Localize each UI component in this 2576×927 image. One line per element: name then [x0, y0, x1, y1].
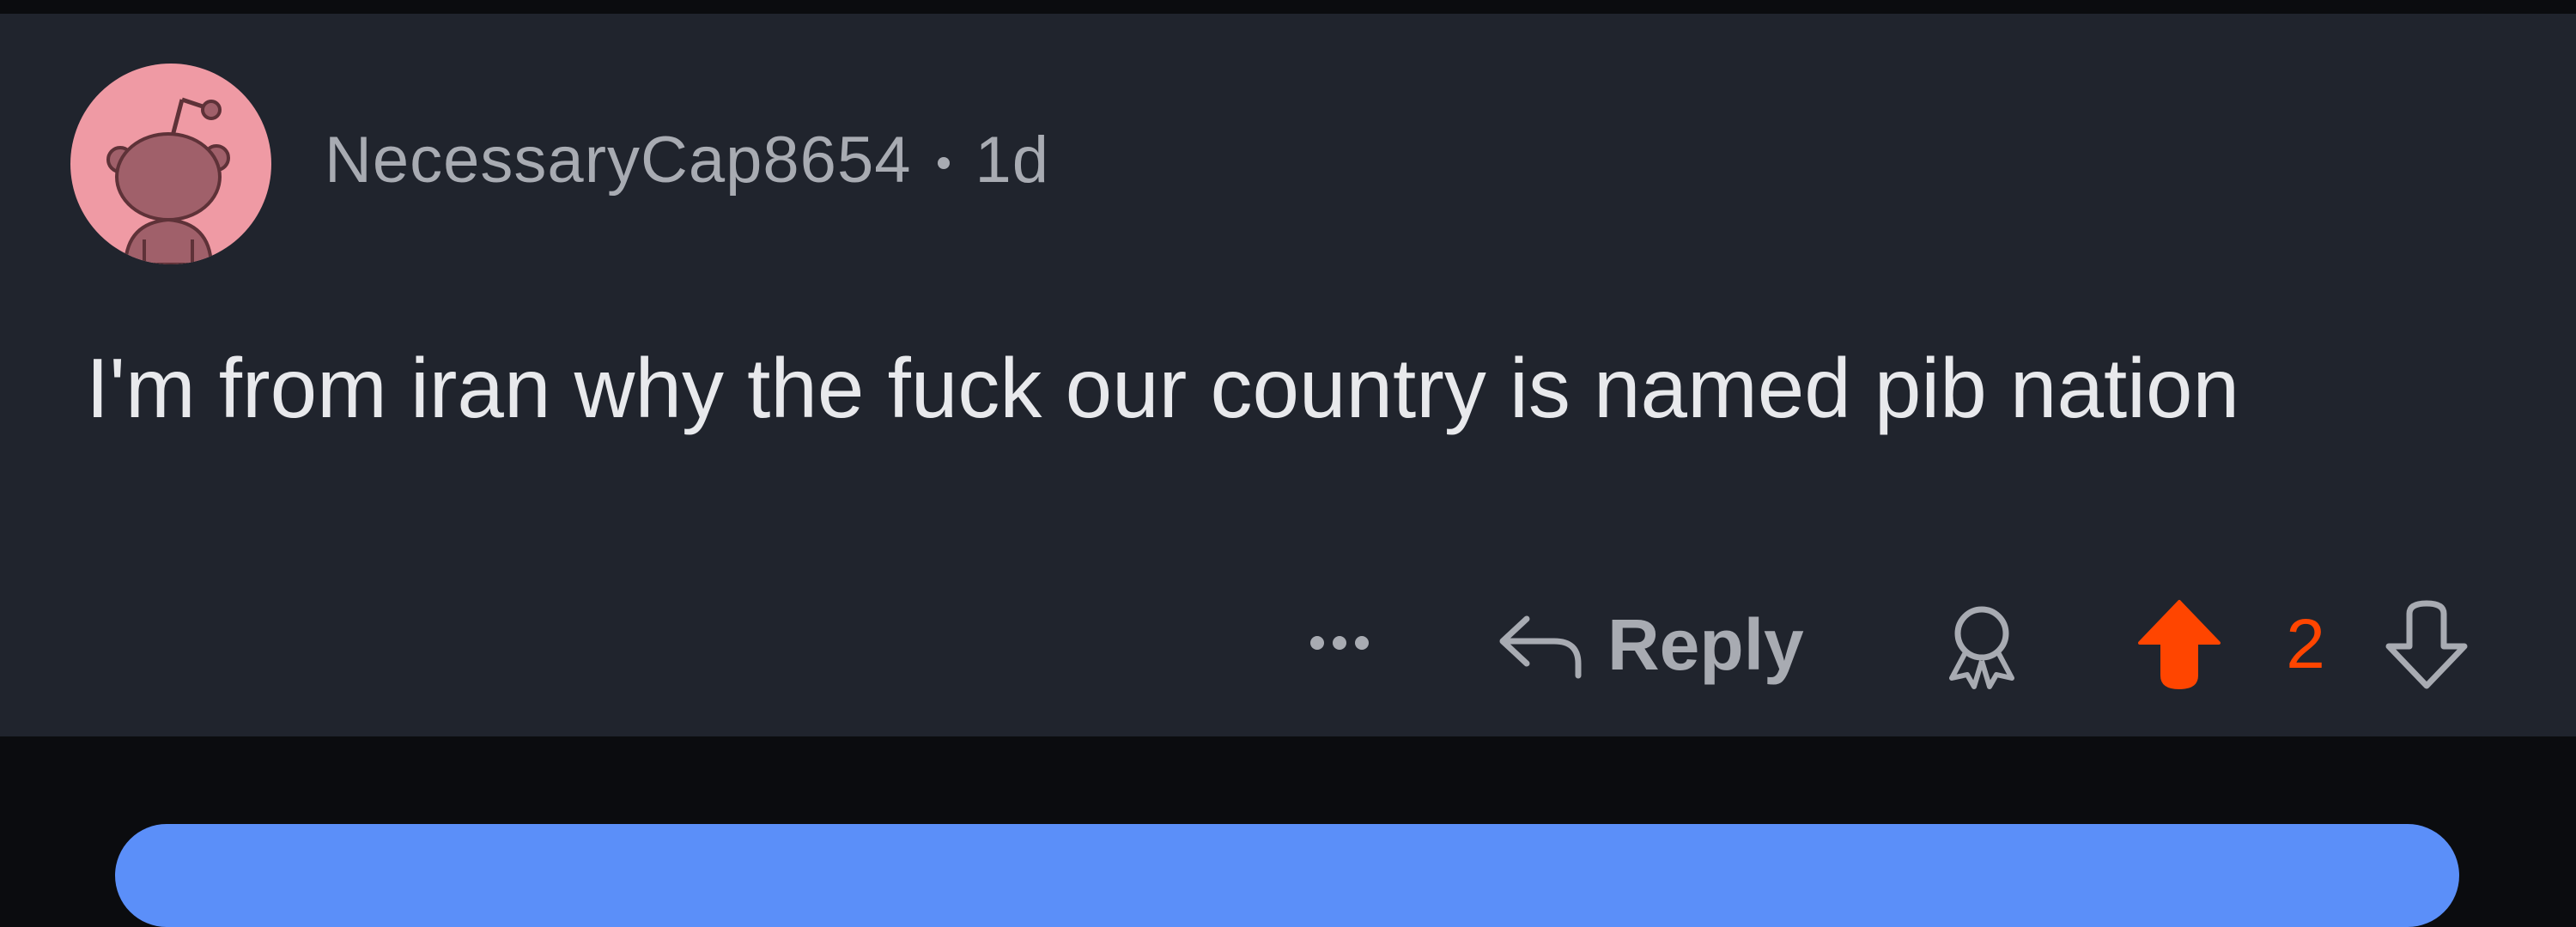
more-options-icon: [1306, 635, 1373, 654]
more-options-button[interactable]: [1297, 597, 1382, 692]
award-button[interactable]: [1930, 597, 2033, 692]
reply-label: Reply: [1607, 603, 1804, 685]
reply-arrow-icon: [1499, 615, 1582, 679]
downvote-arrow-icon: [2385, 600, 2468, 689]
separator-dot: [937, 157, 950, 169]
upvote-arrow-icon: [2138, 600, 2221, 689]
upvote-button[interactable]: [2135, 597, 2224, 692]
comment-card: NecessaryCap8654 1d I'm from iran why th…: [0, 14, 2576, 736]
reddit-snoo-avatar-icon[interactable]: [70, 64, 271, 264]
comment-age: 1d: [975, 123, 1050, 197]
comment-body: I'm from iran why the fuck our country i…: [86, 341, 2239, 435]
comment-actions: Reply 2: [0, 597, 2576, 692]
username[interactable]: NecessaryCap8654: [325, 123, 912, 197]
vote-score: 2: [2286, 605, 2325, 683]
award-icon: [1949, 606, 2014, 689]
downvote-button[interactable]: [2382, 597, 2471, 692]
next-card-preview[interactable]: [115, 824, 2459, 927]
comment-meta: NecessaryCap8654 1d: [325, 123, 1050, 197]
top-edge: [0, 0, 2576, 14]
reply-button[interactable]: Reply: [1492, 597, 1836, 692]
